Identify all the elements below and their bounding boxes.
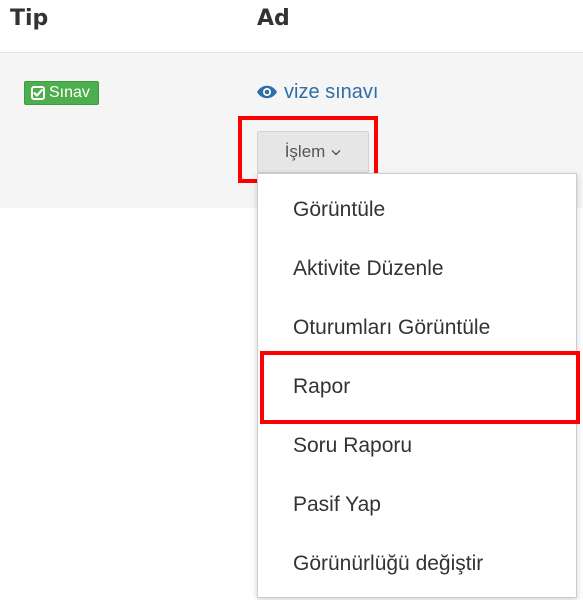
menu-item-toggle-visibility[interactable]: Görünürlüğü değiştir [258, 535, 576, 593]
activity-name-text: vize sınavı [284, 81, 379, 103]
menu-item-question-report[interactable]: Soru Raporu [258, 417, 576, 475]
actions-dropdown-menu: Görüntüle Aktivite Düzenle Oturumları Gö… [257, 173, 577, 598]
actions-dropdown-label: İşlem [284, 142, 326, 161]
check-square-icon [31, 86, 45, 100]
activity-name-link[interactable]: vize sınavı [256, 80, 378, 104]
menu-item-view[interactable]: Görüntüle [258, 181, 576, 239]
menu-item-report[interactable]: Rapor [258, 358, 576, 416]
activity-type-label: Sınav [49, 84, 90, 101]
column-header-ad: Ad [257, 6, 290, 31]
menu-item-edit-activity[interactable]: Aktivite Düzenle [258, 240, 576, 298]
table-header: Tip Ad [0, 0, 583, 53]
chevron-down-icon [331, 149, 341, 155]
actions-dropdown-button[interactable]: İşlem [257, 131, 369, 173]
column-header-tip: Tip [10, 6, 49, 31]
activity-type-badge: Sınav [24, 81, 99, 105]
menu-item-deactivate[interactable]: Pasif Yap [258, 476, 576, 534]
eye-icon [257, 85, 277, 99]
menu-item-view-sessions[interactable]: Oturumları Görüntüle [258, 299, 576, 357]
